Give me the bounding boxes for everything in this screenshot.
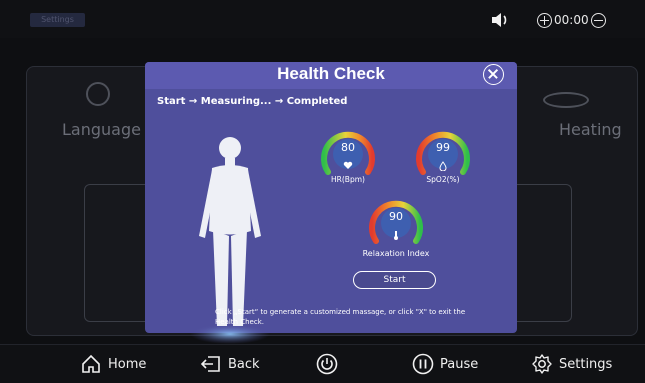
language-tile-label: Language bbox=[62, 120, 141, 139]
back-label: Back bbox=[228, 356, 260, 372]
drop-icon bbox=[439, 161, 447, 171]
back-button[interactable]: Back bbox=[200, 352, 260, 376]
heating-tile-label: Heating bbox=[559, 120, 622, 139]
relaxation-gauge bbox=[369, 200, 423, 244]
timer-value: 00:00 bbox=[554, 13, 589, 27]
pause-icon bbox=[412, 353, 434, 375]
home-icon bbox=[82, 354, 100, 373]
timer: 00:00 bbox=[537, 9, 606, 31]
home-label: Home bbox=[108, 356, 147, 372]
close-icon[interactable] bbox=[483, 64, 504, 85]
spo2-value: 99 bbox=[436, 141, 450, 154]
instruction-text: Click „Start“ to generate a customized m… bbox=[215, 308, 466, 326]
relaxation-value: 90 bbox=[389, 210, 403, 223]
settings-label: Settings bbox=[559, 356, 613, 372]
relaxation-label: Relaxation Index bbox=[362, 249, 430, 258]
settings-tab[interactable]: Settings bbox=[30, 13, 85, 27]
gear-icon bbox=[532, 354, 552, 374]
top-bar: Settings 00:00 bbox=[0, 0, 645, 38]
bottom-nav-bar: Home Back Pause Settings bbox=[0, 344, 645, 383]
minus-circle-icon[interactable] bbox=[590, 12, 606, 28]
pause-label: Pause bbox=[440, 356, 479, 372]
heart-icon bbox=[343, 161, 353, 169]
speaker-icon[interactable] bbox=[490, 11, 510, 29]
pause-button[interactable]: Pause bbox=[412, 352, 478, 376]
power-button[interactable] bbox=[316, 352, 338, 376]
hr-label: HR(Bpm) bbox=[331, 175, 365, 184]
power-icon bbox=[316, 353, 338, 375]
settings-button[interactable]: Settings bbox=[531, 352, 612, 376]
health-check-dialog: Health Check Start → Measuring... → Comp… bbox=[145, 62, 517, 344]
hr-value: 80 bbox=[341, 141, 355, 154]
start-button[interactable]: Start bbox=[353, 271, 436, 289]
globe-icon bbox=[86, 82, 110, 106]
back-icon bbox=[200, 356, 220, 372]
thermometer-icon bbox=[394, 231, 398, 240]
plus-circle-icon[interactable] bbox=[537, 12, 552, 28]
spo2-label: SpO2(%) bbox=[426, 175, 460, 184]
heating-icon bbox=[543, 92, 589, 108]
dialog-title: Health Check bbox=[277, 64, 385, 83]
home-button[interactable]: Home bbox=[80, 352, 146, 376]
progress-steps: Start → Measuring... → Completed bbox=[157, 96, 348, 107]
